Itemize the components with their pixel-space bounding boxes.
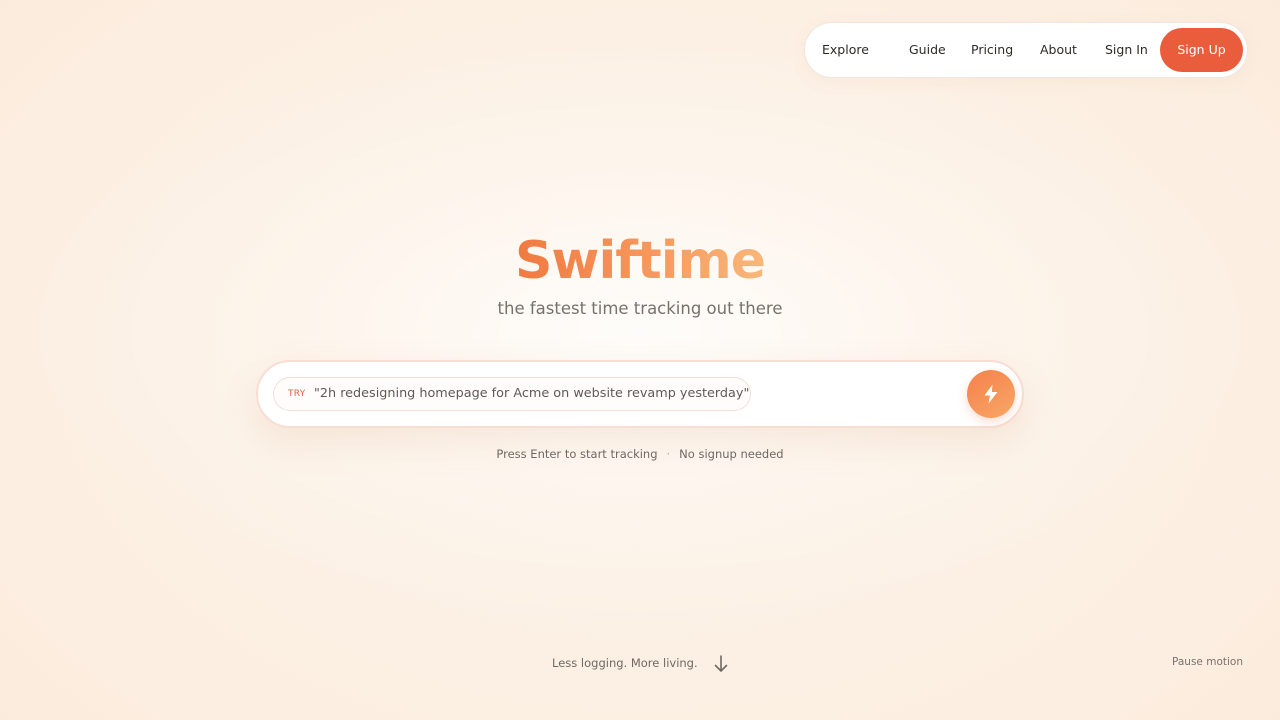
nav-pricing-link[interactable]: Pricing	[971, 23, 1013, 77]
suggestion-chip[interactable]: TRY "2h redesigning homepage for Acme on…	[273, 377, 751, 411]
nav-explore-link[interactable]: Explore	[822, 23, 869, 77]
time-entry-input[interactable]: TRY "2h redesigning homepage for Acme on…	[256, 360, 1024, 428]
sign-in-link[interactable]: Sign In	[1105, 23, 1148, 77]
nav-guide-link[interactable]: Guide	[909, 23, 946, 77]
sign-up-button[interactable]: Sign Up	[1160, 28, 1243, 72]
no-signup-hint: No signup needed	[679, 447, 784, 461]
press-enter-hint: Press Enter to start tracking	[496, 447, 658, 461]
hero-title-wrapper: Swiftime	[0, 228, 1280, 294]
scroll-down-button[interactable]	[712, 654, 730, 674]
hint-separator: ·	[666, 447, 671, 461]
hero-subtitle: the fastest time tracking out there	[497, 299, 783, 318]
footer-tagline: Less logging. More living.	[552, 656, 698, 670]
arrow-down-icon	[714, 655, 728, 672]
top-navigation: Explore Guide Pricing About Sign In Sign…	[804, 22, 1248, 78]
submit-button[interactable]	[967, 370, 1015, 418]
pause-motion-button[interactable]: Pause motion	[1172, 652, 1243, 672]
suggestion-text: "2h redesigning homepage for Acme on web…	[314, 386, 750, 401]
brand-title: Swiftime	[514, 231, 766, 291]
try-label: TRY	[288, 389, 306, 399]
nav-about-link[interactable]: About	[1040, 23, 1077, 77]
lightning-bolt-icon	[984, 384, 998, 404]
input-hint: Press Enter to start tracking · No signup …	[0, 444, 1280, 464]
